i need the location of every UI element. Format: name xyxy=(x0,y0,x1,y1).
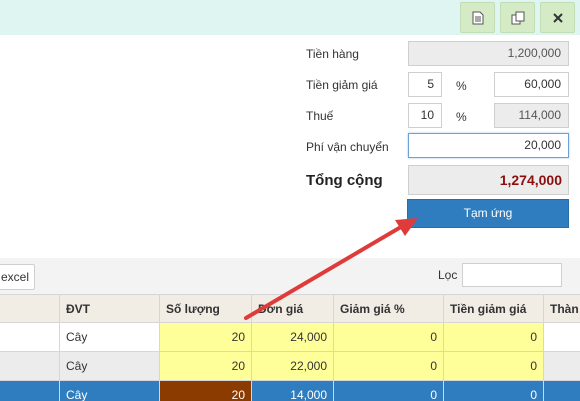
cell-giam-gia-pct[interactable]: 0 xyxy=(334,352,444,381)
row-cell-blank xyxy=(0,323,60,352)
tong-cong-label: Tổng cộng xyxy=(306,172,383,189)
cell-so-luong[interactable]: 20 xyxy=(160,381,252,401)
column-header-don-gia[interactable]: Đơn giá xyxy=(252,294,334,323)
cell-don-gia[interactable]: 24,000 xyxy=(252,323,334,352)
tong-cong-value: 1,274,000 xyxy=(408,165,569,195)
percent-sign: % xyxy=(456,110,467,124)
cell-dvt: Cây xyxy=(60,352,160,381)
cell-don-gia[interactable]: 14,000 xyxy=(252,381,334,401)
cell-thanh-tien xyxy=(544,323,580,352)
column-header-thanh-tien[interactable]: Thàn xyxy=(544,294,580,323)
table-row[interactable]: Cây 20 22,000 0 0 xyxy=(0,352,580,381)
tien-giam-gia-label: Tiền giảm giá xyxy=(306,78,378,92)
column-header-dvt[interactable]: ĐVT xyxy=(60,294,160,323)
excel-button[interactable]: excel xyxy=(0,264,35,290)
phi-van-chuyen-input[interactable]: 20,000 xyxy=(408,133,569,158)
copy-button[interactable] xyxy=(500,2,535,33)
cell-don-gia[interactable]: 22,000 xyxy=(252,352,334,381)
column-header-blank xyxy=(0,294,60,323)
cell-dvt: Cây xyxy=(60,381,160,401)
document-icon xyxy=(472,11,484,25)
cell-so-luong[interactable]: 20 xyxy=(160,352,252,381)
cell-thanh-tien xyxy=(544,381,580,401)
close-icon xyxy=(552,12,563,23)
thue-percent-input[interactable]: 10 xyxy=(408,103,442,128)
phi-van-chuyen-label: Phí vận chuyển xyxy=(306,140,389,154)
cell-giam-gia-pct[interactable]: 0 xyxy=(334,381,444,401)
thue-label: Thuế xyxy=(306,109,334,123)
tien-hang-field: 1,200,000 xyxy=(408,41,569,66)
filter-input[interactable] xyxy=(462,263,562,287)
cell-so-luong[interactable]: 20 xyxy=(160,323,252,352)
percent-sign: % xyxy=(456,79,467,93)
cell-dvt: Cây xyxy=(60,323,160,352)
cell-thanh-tien xyxy=(544,352,580,381)
thue-value-field: 114,000 xyxy=(494,103,569,128)
document-button[interactable] xyxy=(460,2,495,33)
close-button[interactable] xyxy=(540,2,575,33)
tam-ung-button[interactable]: Tạm ứng xyxy=(407,199,569,228)
tien-giam-gia-input[interactable]: 60,000 xyxy=(494,72,569,97)
tien-hang-label: Tiền hàng xyxy=(306,47,359,61)
column-header-tien-giam-gia[interactable]: Tiền giảm giá xyxy=(444,294,544,323)
cell-giam-gia-pct[interactable]: 0 xyxy=(334,323,444,352)
row-cell-blank xyxy=(0,352,60,381)
table-row[interactable]: Cây 20 24,000 0 0 xyxy=(0,323,580,352)
giam-gia-percent-input[interactable]: 5 xyxy=(408,72,442,97)
cell-tien-giam-gia[interactable]: 0 xyxy=(444,323,544,352)
table-header: ĐVT Số lượng Đơn giá Giảm giá % Tiền giả… xyxy=(0,294,580,323)
filter-label: Lọc xyxy=(438,268,458,282)
cell-tien-giam-gia[interactable]: 0 xyxy=(444,352,544,381)
column-header-so-luong[interactable]: Số lượng xyxy=(160,294,252,323)
table-row-selected[interactable]: Cây 20 14,000 0 0 xyxy=(0,381,580,401)
row-cell-blank xyxy=(0,381,60,401)
cell-tien-giam-gia[interactable]: 0 xyxy=(444,381,544,401)
column-header-giam-gia-pct[interactable]: Giảm giá % xyxy=(334,294,444,323)
copy-icon xyxy=(511,11,525,25)
